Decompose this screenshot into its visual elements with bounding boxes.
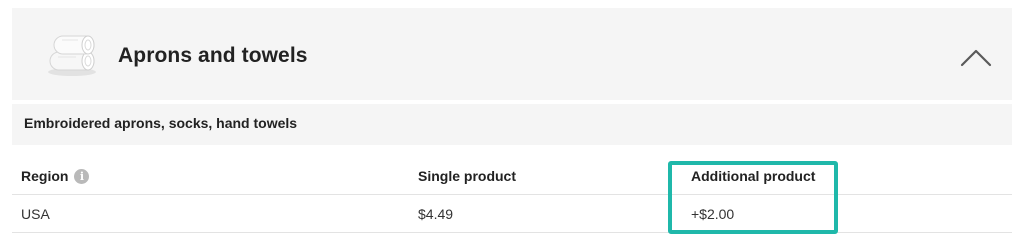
chevron-up-icon[interactable] [960, 48, 992, 68]
column-header-single-product: Single product [409, 158, 682, 195]
shipping-price-table: Region i Single product Additional produc… [12, 158, 1012, 233]
cell-additional-price: +$2.00 [682, 194, 1012, 233]
product-description-bar: Embroidered aprons, socks, hand towels [12, 104, 1012, 145]
folded-towels-icon [42, 30, 100, 78]
product-description: Embroidered aprons, socks, hand towels [24, 115, 298, 131]
table-header-row: Region i Single product Additional produc… [12, 158, 1012, 195]
shipping-accordion-aprons-towels: Aprons and towels Embroidered aprons, so… [12, 8, 1012, 145]
accordion-header[interactable]: Aprons and towels [12, 8, 1012, 100]
cell-region: USA [12, 194, 409, 233]
column-header-label: Region [21, 168, 69, 184]
cell-single-price: $4.49 [409, 194, 682, 233]
column-header-additional-product: Additional product [682, 158, 1012, 195]
section-title: Aprons and towels [118, 44, 308, 67]
column-header-region: Region i [12, 158, 409, 195]
table-row: USA $4.49 +$2.00 [12, 194, 1012, 233]
info-icon[interactable]: i [74, 168, 90, 184]
